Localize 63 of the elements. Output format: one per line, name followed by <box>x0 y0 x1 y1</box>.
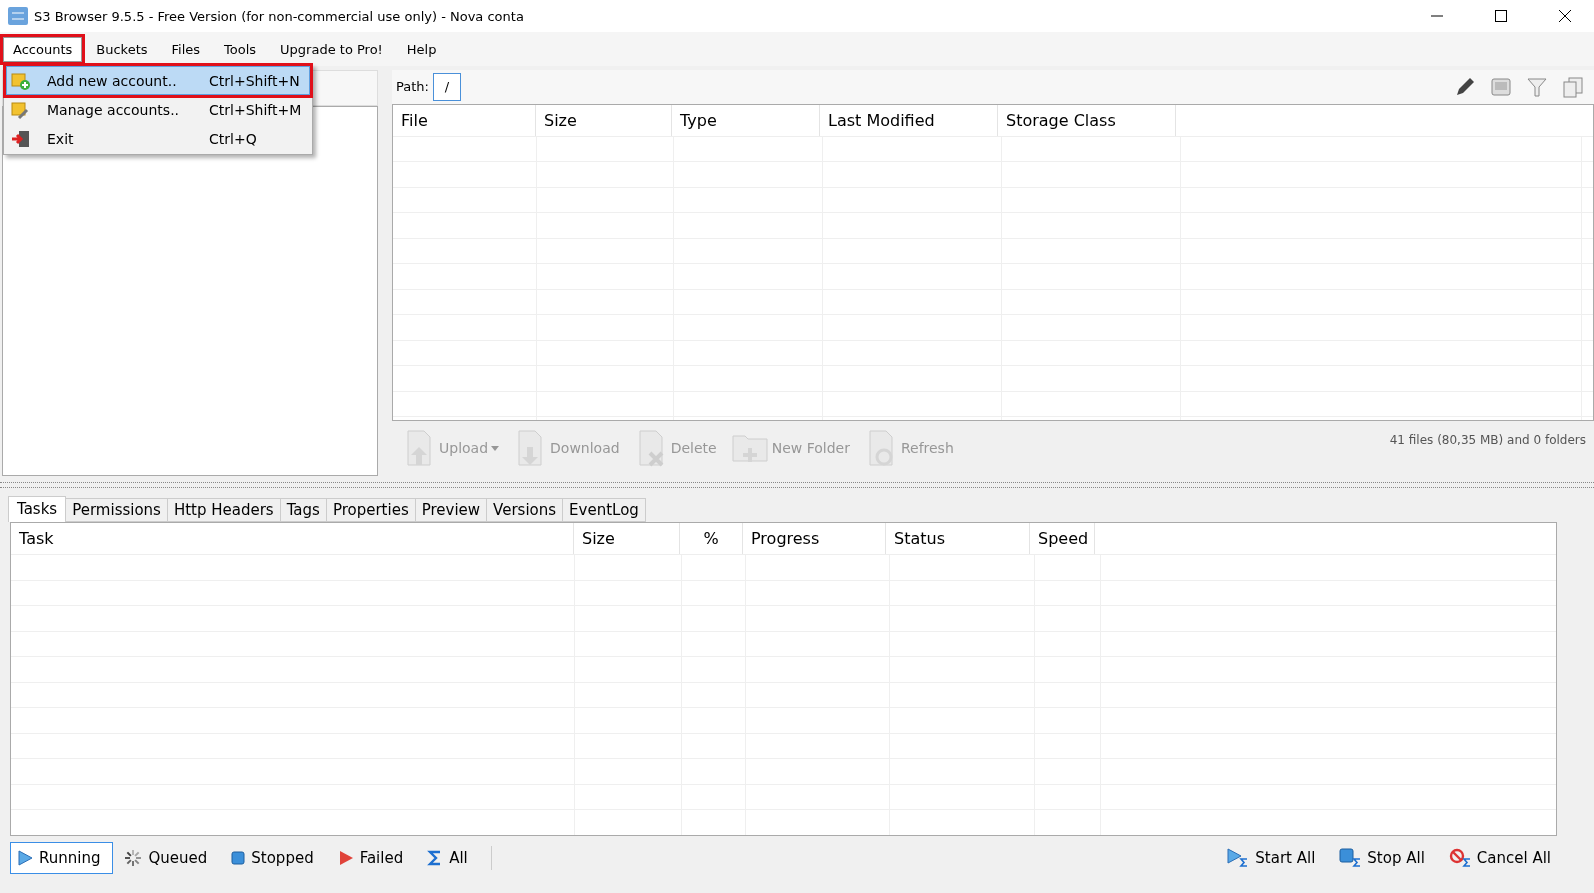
menu-entry-label: Add new account.. <box>47 72 178 89</box>
filter-icon[interactable] <box>1526 75 1548 98</box>
path-field[interactable]: / <box>432 72 461 101</box>
shortcut-label: Ctrl+Q <box>209 130 257 147</box>
menu-item[interactable]: Accounts <box>3 36 83 62</box>
tab[interactable]: Tasks <box>8 496 67 522</box>
tab[interactable]: Permissions <box>65 498 168 522</box>
column-header[interactable]: Status <box>886 523 1030 554</box>
tab[interactable]: EventLog <box>562 498 646 522</box>
stop-sigma-icon <box>1339 848 1362 868</box>
app-logo-icon <box>8 7 28 25</box>
menu-item[interactable]: Help <box>396 36 447 62</box>
window-title: S3 Browser 9.5.5 - Free Version (for non-commercial use only) - Nova conta <box>34 8 525 24</box>
filter-button[interactable]: All <box>420 842 481 874</box>
menu-entry[interactable]: Add new account.. Ctrl+Shift+N <box>6 66 310 95</box>
column-header[interactable]: Storage Class <box>998 104 1176 136</box>
box-wrench-icon <box>11 99 31 120</box>
column-header[interactable]: Progress <box>743 523 886 554</box>
play-icon <box>17 850 33 866</box>
exit-door-icon <box>11 128 31 149</box>
tab[interactable]: Http Headers <box>166 498 281 522</box>
filter-button[interactable]: Queued <box>117 842 221 874</box>
flag-icon <box>337 850 354 866</box>
copy-icon[interactable] <box>1562 75 1584 98</box>
menu-item[interactable]: Upgrade to Pro! <box>270 36 393 62</box>
shortcut-label: Ctrl+Shift+N <box>209 72 300 89</box>
path-label: Path: <box>396 79 429 95</box>
column-header[interactable]: Size <box>574 523 680 554</box>
menu-entry-label: Manage accounts.. <box>47 101 181 118</box>
column-header[interactable]: Last Modified <box>820 104 998 136</box>
tab[interactable]: Tags <box>279 498 327 522</box>
shortcut-label: Ctrl+Shift+M <box>209 101 302 118</box>
column-header[interactable]: Type <box>672 104 820 136</box>
column-header[interactable]: Task <box>11 523 574 554</box>
menu-entry[interactable]: Manage accounts.. Ctrl+Shift+M <box>6 95 310 124</box>
task-action-button[interactable]: Stop All <box>1332 841 1438 875</box>
filter-button[interactable]: Stopped <box>224 842 327 874</box>
menu-item[interactable]: Files <box>161 36 211 62</box>
pencil-icon[interactable] <box>1454 75 1476 98</box>
column-header[interactable]: File <box>393 104 536 136</box>
menu-item[interactable]: Buckets <box>86 36 158 62</box>
stop-square-icon <box>231 851 246 865</box>
window-icon[interactable] <box>1490 75 1512 98</box>
task-action-button[interactable]: Cancel All <box>1441 841 1564 875</box>
menu-entry[interactable]: Exit Ctrl+Q <box>6 124 310 153</box>
files-summary: 41 files (80,35 MB) and 0 folders <box>1389 432 1586 447</box>
close-icon[interactable] <box>1559 10 1571 22</box>
column-header[interactable]: Size <box>536 104 672 136</box>
spinner-icon <box>124 849 143 867</box>
menu-item[interactable]: Tools <box>214 36 267 62</box>
box-plus-icon <box>11 70 31 91</box>
filter-button[interactable]: Failed <box>330 842 417 874</box>
no-sign-sigma-icon <box>1448 848 1471 868</box>
maximize-icon[interactable] <box>1495 10 1507 22</box>
task-action-button[interactable]: Start All <box>1220 841 1329 875</box>
tab[interactable]: Versions <box>486 498 564 522</box>
column-header[interactable]: % <box>680 523 743 554</box>
tab[interactable]: Properties <box>325 498 416 522</box>
filter-button[interactable]: Running <box>10 842 114 874</box>
tab[interactable]: Preview <box>414 498 488 522</box>
menu-entry-label: Exit <box>47 130 75 147</box>
play-sigma-icon <box>1227 848 1250 868</box>
column-header[interactable]: Speed <box>1030 523 1095 554</box>
